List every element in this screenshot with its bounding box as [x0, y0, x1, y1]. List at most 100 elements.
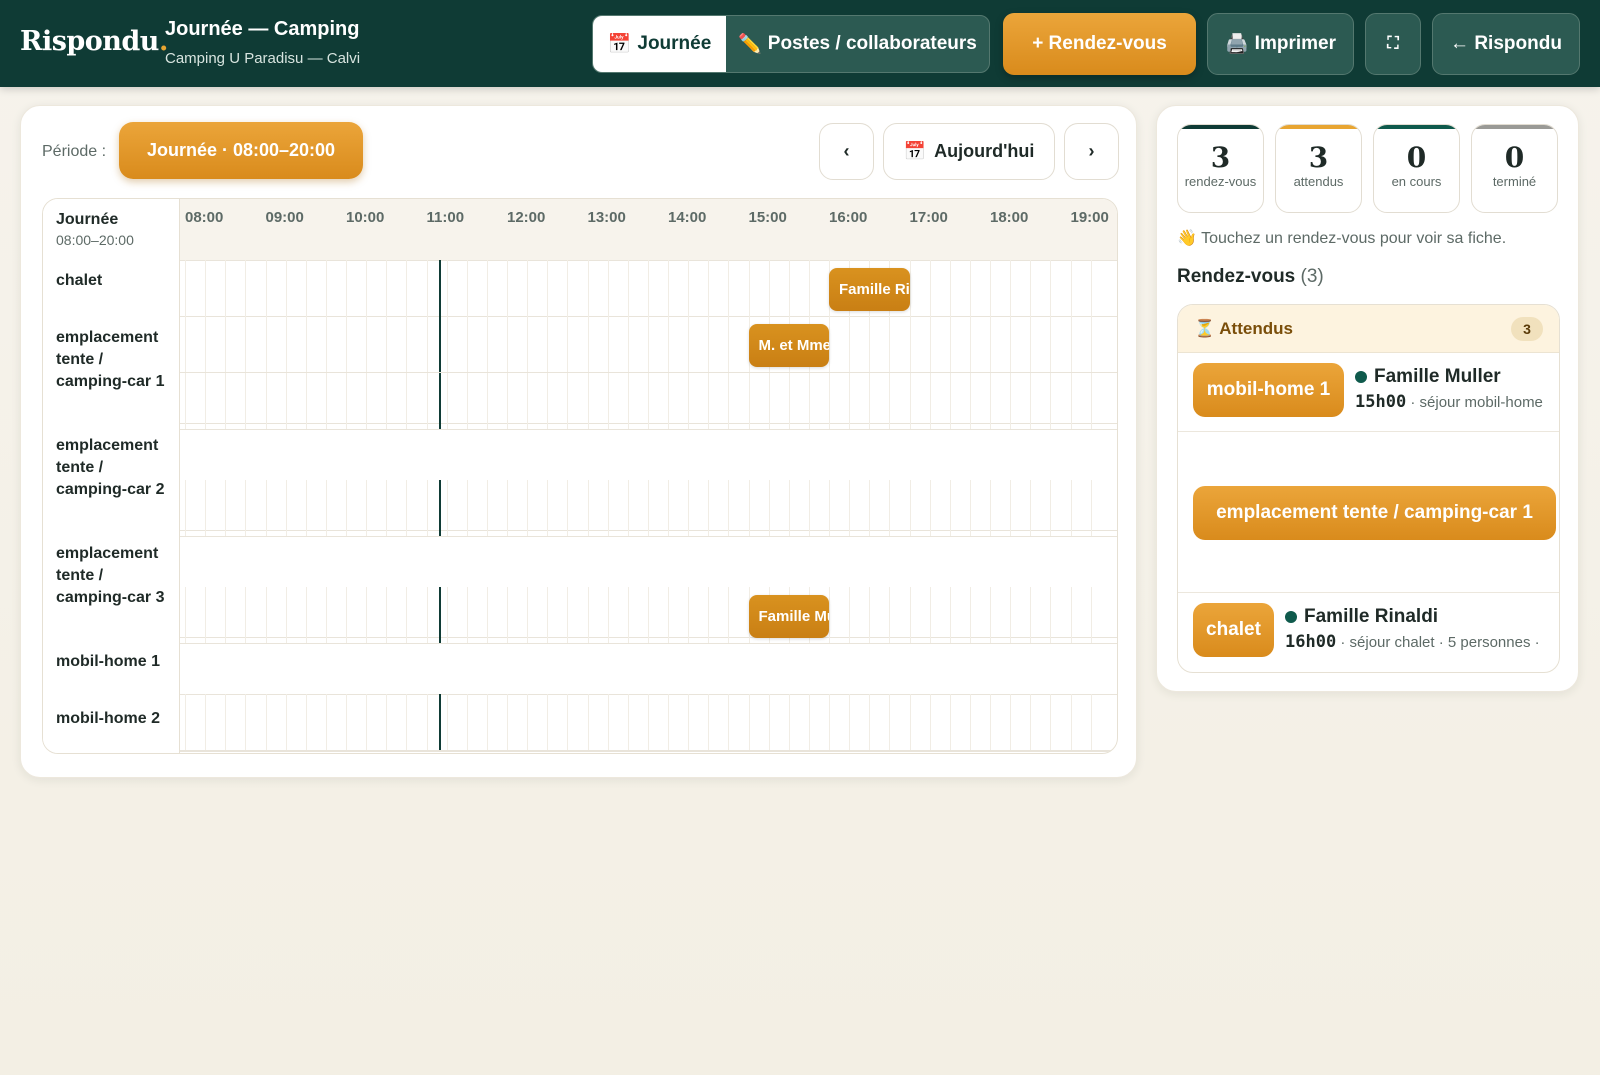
grid-tick	[969, 480, 971, 536]
grid-tick	[265, 316, 267, 372]
grid-tick	[205, 480, 207, 536]
status-dot-icon	[1355, 371, 1367, 383]
grid-tick	[285, 480, 287, 536]
print-label: Imprimer	[1254, 33, 1336, 54]
resource-tag: emplacement tente / camping-car 1	[1193, 486, 1556, 540]
appointment-block[interactable]: Famille Muller	[748, 595, 829, 638]
tab-postes[interactable]: ✏️ Postes / collaborateurs	[726, 16, 989, 72]
grid-tick	[205, 260, 207, 316]
grid-tick	[829, 480, 830, 536]
tab-journee[interactable]: 📅 Journée	[593, 16, 726, 72]
appointment-item[interactable]: chalet Famille Rinaldi 16h00 · séjour ch…	[1178, 593, 1559, 672]
grid-tick	[627, 480, 629, 536]
pencil-icon: ✏️	[738, 34, 762, 55]
grid-tick	[829, 587, 830, 643]
grid-tick	[225, 480, 227, 536]
appointment-item[interactable]: mobil-home 1 Famille Muller 15h00 · séjo…	[1178, 353, 1559, 431]
resource-tag: chalet	[1193, 603, 1274, 657]
grid-tick	[849, 694, 851, 750]
grid-tick	[708, 260, 710, 316]
grid-tick	[647, 316, 649, 372]
grid-tick	[929, 260, 931, 316]
logo[interactable]: Rispondu.	[20, 26, 168, 57]
grid-tick	[185, 480, 186, 536]
grid-tick	[869, 587, 871, 643]
today-button[interactable]: 📅 Aujourd'hui	[883, 123, 1055, 180]
grid-tick	[527, 694, 529, 750]
fullscreen-button[interactable]: ⛶	[1365, 13, 1421, 75]
grid-tick	[647, 480, 649, 536]
previous-day-button[interactable]: ‹	[819, 123, 874, 180]
grid-tick	[849, 587, 851, 643]
grid-tick	[728, 260, 730, 316]
stat-done[interactable]: 0 terminé	[1471, 124, 1558, 213]
grid-tick	[305, 260, 307, 316]
grid-tick	[406, 373, 408, 429]
appointment-block[interactable]: Famille Rinaldi	[829, 268, 910, 311]
appointments-list: ⏳ Attendus 3 mobil-home 1 Famille Muller…	[1177, 304, 1560, 673]
row-spacer	[180, 644, 1117, 694]
grid-tick	[909, 373, 911, 429]
row-label-chalet: chalet	[56, 272, 103, 289]
print-button[interactable]: 🖨️ Imprimer	[1207, 13, 1354, 75]
grid-tick	[929, 480, 931, 536]
stat-value: 0	[1504, 141, 1525, 174]
tab-label: Postes / collaborateurs	[767, 33, 977, 54]
grid-tick	[587, 480, 589, 536]
grid-tick	[567, 316, 569, 372]
grid-tick	[990, 587, 991, 643]
appointments-title: Rendez-vous (3)	[1177, 266, 1324, 288]
grid-tick	[325, 316, 327, 372]
stat-color-bar	[1472, 125, 1557, 129]
now-indicator	[438, 316, 441, 372]
grid-tick	[486, 316, 488, 372]
new-appointment-button[interactable]: + Rendez-vous	[1003, 13, 1196, 75]
resource-tag: mobil-home 1	[1193, 363, 1344, 417]
grid-tick	[1010, 373, 1012, 429]
grid-tick	[225, 316, 227, 372]
grid-tick	[1010, 316, 1012, 372]
grid-tick	[1050, 587, 1052, 643]
grid-tick	[406, 316, 408, 372]
grid-tick	[788, 373, 790, 429]
grid-tick	[688, 480, 690, 536]
period-selector[interactable]: Journée · 08:00–20:00	[119, 122, 363, 179]
grid-tick	[486, 260, 488, 316]
next-day-button[interactable]: ›	[1064, 123, 1119, 180]
grid-tick	[225, 373, 227, 429]
stat-expected[interactable]: 3 attendus	[1275, 124, 1362, 213]
grid-tick	[245, 260, 247, 316]
grid-tick	[849, 373, 851, 429]
stat-color-bar	[1178, 125, 1263, 129]
grid-tick	[547, 373, 549, 429]
grid-tick	[587, 587, 589, 643]
group-header-expected[interactable]: ⏳ Attendus 3	[1178, 305, 1559, 353]
grid-tick	[949, 587, 951, 643]
grid-tick	[466, 480, 468, 536]
day-planner-panel: Période : Journée · 08:00–20:00 ‹ 📅 Aujo…	[20, 105, 1137, 778]
grid-tick	[929, 373, 931, 429]
grid-tick	[205, 694, 207, 750]
stat-color-bar	[1374, 125, 1459, 129]
today-label: Aujourd'hui	[934, 141, 1035, 161]
grid-tick	[647, 694, 649, 750]
stat-in-progress[interactable]: 0 en cours	[1373, 124, 1460, 213]
grid-tick	[205, 373, 207, 429]
grid-tick	[929, 694, 931, 750]
grid-tick	[547, 587, 549, 643]
back-to-rispondu-button[interactable]: ← Rispondu	[1432, 13, 1580, 75]
grid-tick	[245, 480, 247, 536]
stat-total[interactable]: 3 rendez-vous	[1177, 124, 1264, 213]
grid-tick	[325, 373, 327, 429]
grid-tick	[366, 694, 368, 750]
grid-tick	[627, 587, 629, 643]
grid-tick	[668, 316, 669, 372]
grid-tick	[1070, 316, 1072, 372]
appointment-item[interactable]: emplacement tente / camping-car 1	[1178, 432, 1559, 592]
grid-tick	[708, 587, 710, 643]
grid-tick	[587, 694, 589, 750]
grid-tick	[969, 316, 971, 372]
appointment-block[interactable]: M. et Mme	[748, 324, 829, 367]
grid-tick	[1050, 373, 1052, 429]
grid-tick	[1090, 694, 1092, 750]
